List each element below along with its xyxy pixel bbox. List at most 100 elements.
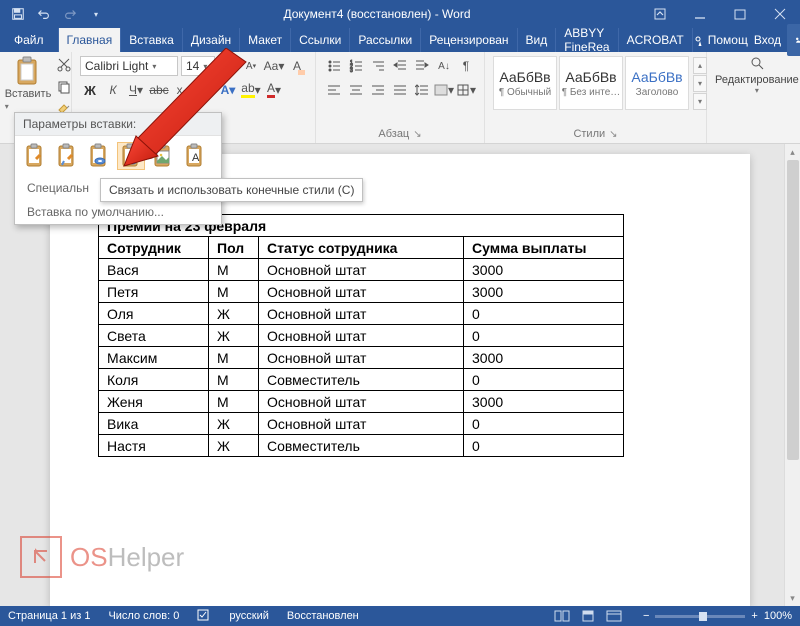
zoom-out-icon[interactable]: −	[643, 610, 649, 622]
italic-button[interactable]: К	[103, 80, 123, 100]
grow-font-icon[interactable]: A▴	[218, 56, 238, 76]
highlight-button[interactable]: ab▾	[241, 80, 261, 100]
style-normal[interactable]: АаБбВв¶ Обычный	[493, 56, 557, 110]
group-editing: Редактирование ▾	[707, 52, 800, 143]
font-size-combo[interactable]: 14▾	[181, 56, 215, 76]
style-no-spacing[interactable]: АаБбВв¶ Без инте…	[559, 56, 623, 110]
table-row[interactable]: ОляЖОсновной штат0	[99, 303, 624, 325]
underline-button[interactable]: Ч▾	[126, 80, 146, 100]
status-language[interactable]: русский	[229, 610, 268, 622]
paste-keep-source-icon[interactable]	[21, 142, 49, 170]
bold-button[interactable]: Ж	[80, 80, 100, 100]
font-color-button[interactable]: А▾	[264, 80, 284, 100]
ribbon-collapse-icon[interactable]	[640, 0, 680, 28]
tab-view[interactable]: Вид	[518, 28, 557, 52]
superscript-button[interactable]: x²	[195, 80, 215, 100]
table-row[interactable]: КоляМСовместитель0	[99, 369, 624, 391]
cut-icon[interactable]	[54, 56, 74, 74]
sort-icon[interactable]: A↓	[434, 56, 454, 76]
status-proofing-icon[interactable]	[197, 609, 211, 624]
styles-down-icon[interactable]: ▾	[693, 75, 707, 92]
pilcrow-icon[interactable]: ¶	[456, 56, 476, 76]
paragraph-launcher-icon[interactable]: ↘	[413, 129, 421, 140]
tab-abbyy[interactable]: ABBYY FineRea	[556, 28, 618, 52]
maximize-icon[interactable]	[720, 0, 760, 28]
paste-button[interactable]: Вставить▾	[8, 56, 48, 112]
zoom-value[interactable]: 100%	[764, 610, 792, 622]
line-spacing-icon[interactable]	[412, 80, 432, 100]
tell-me[interactable]: Помощ	[693, 33, 748, 47]
style-heading1[interactable]: АаБбВвЗаголово	[625, 56, 689, 110]
tab-insert[interactable]: Вставка	[121, 28, 183, 52]
align-right-icon[interactable]	[368, 80, 388, 100]
editing-label[interactable]: Редактирование	[715, 74, 799, 86]
clear-format-icon[interactable]: A	[287, 56, 307, 76]
paste-default-item[interactable]: Вставка по умолчанию...	[15, 200, 221, 224]
styles-more-icon[interactable]: ▾	[693, 93, 707, 110]
save-icon[interactable]	[6, 3, 30, 25]
tab-layout[interactable]: Макет	[240, 28, 291, 52]
status-page[interactable]: Страница 1 из 1	[8, 610, 90, 622]
view-print-icon[interactable]	[577, 608, 599, 624]
tab-home[interactable]: Главная	[59, 28, 122, 52]
tab-mailings[interactable]: Рассылки	[350, 28, 421, 52]
subscript-button[interactable]: x₂	[172, 80, 192, 100]
paste-text-only-icon[interactable]: A	[181, 142, 209, 170]
redo-icon[interactable]	[58, 3, 82, 25]
table-row[interactable]: ПетяМОсновной штат3000	[99, 281, 624, 303]
view-read-icon[interactable]	[551, 608, 573, 624]
multilevel-icon[interactable]	[368, 56, 388, 76]
align-center-icon[interactable]	[346, 80, 366, 100]
tab-review[interactable]: Рецензирован	[421, 28, 517, 52]
justify-icon[interactable]	[390, 80, 410, 100]
numbering-icon[interactable]: 123	[346, 56, 366, 76]
copy-icon[interactable]	[54, 78, 74, 96]
qa-dropdown-icon[interactable]: ▾	[84, 3, 108, 25]
tab-acrobat[interactable]: ACROBAT	[619, 28, 693, 52]
zoom-slider[interactable]	[655, 615, 745, 618]
find-button[interactable]	[750, 56, 764, 70]
status-words[interactable]: Число слов: 0	[108, 610, 179, 622]
align-left-icon[interactable]	[324, 80, 344, 100]
text-effects-icon[interactable]: A▾	[218, 80, 238, 100]
watermark: OSHelper	[20, 536, 184, 578]
quick-access: ▾	[0, 3, 114, 25]
paste-picture-icon[interactable]	[149, 142, 177, 170]
indent-icon[interactable]	[412, 56, 432, 76]
scroll-thumb[interactable]	[787, 160, 799, 460]
status-bar: Страница 1 из 1 Число слов: 0 русский Во…	[0, 606, 800, 626]
paste-link-source-icon[interactable]	[85, 142, 113, 170]
tab-references[interactable]: Ссылки	[291, 28, 350, 52]
paste-merge-icon[interactable]	[53, 142, 81, 170]
styles-launcher-icon[interactable]: ↘	[609, 129, 617, 140]
paste-link-dest-icon[interactable]	[117, 142, 145, 170]
tab-design[interactable]: Дизайн	[183, 28, 240, 52]
minimize-icon[interactable]	[680, 0, 720, 28]
sign-in[interactable]: Вход	[754, 33, 781, 47]
tab-file[interactable]: Файл	[0, 28, 59, 52]
shrink-font-icon[interactable]: A▾	[241, 56, 261, 76]
undo-icon[interactable]	[32, 3, 56, 25]
font-name-combo[interactable]: Calibri Light▾	[80, 56, 178, 76]
outdent-icon[interactable]	[390, 56, 410, 76]
titlebar: ▾ Документ4 (восстановлен) - Word	[0, 0, 800, 28]
zoom-in-icon[interactable]: +	[751, 610, 757, 622]
data-table[interactable]: Премии на 23 февраля Сотрудник Пол Стату…	[98, 214, 624, 457]
vertical-scrollbar[interactable]: ▴ ▾	[784, 144, 800, 606]
strike-button[interactable]: abc	[149, 80, 169, 100]
shading-icon[interactable]: ▾	[434, 80, 454, 100]
table-row[interactable]: ВасяМОсновной штат3000	[99, 259, 624, 281]
table-row[interactable]: СветаЖОсновной штат0	[99, 325, 624, 347]
borders-icon[interactable]: ▾	[456, 80, 476, 100]
change-case-icon[interactable]: Aa▾	[264, 56, 284, 76]
view-web-icon[interactable]	[603, 608, 625, 624]
table-row[interactable]: ЖеняМОсновной штат3000	[99, 391, 624, 413]
table-row[interactable]: ВикаЖОсновной штат0	[99, 413, 624, 435]
table-header-row: Сотрудник Пол Статус сотрудника Сумма вы…	[99, 237, 624, 259]
styles-up-icon[interactable]: ▴	[693, 57, 707, 74]
table-row[interactable]: МаксимМОсновной штат3000	[99, 347, 624, 369]
table-row[interactable]: НастяЖСовместитель0	[99, 435, 624, 457]
bullets-icon[interactable]	[324, 56, 344, 76]
scroll-down-icon[interactable]: ▾	[785, 590, 800, 606]
scroll-up-icon[interactable]: ▴	[785, 144, 800, 160]
